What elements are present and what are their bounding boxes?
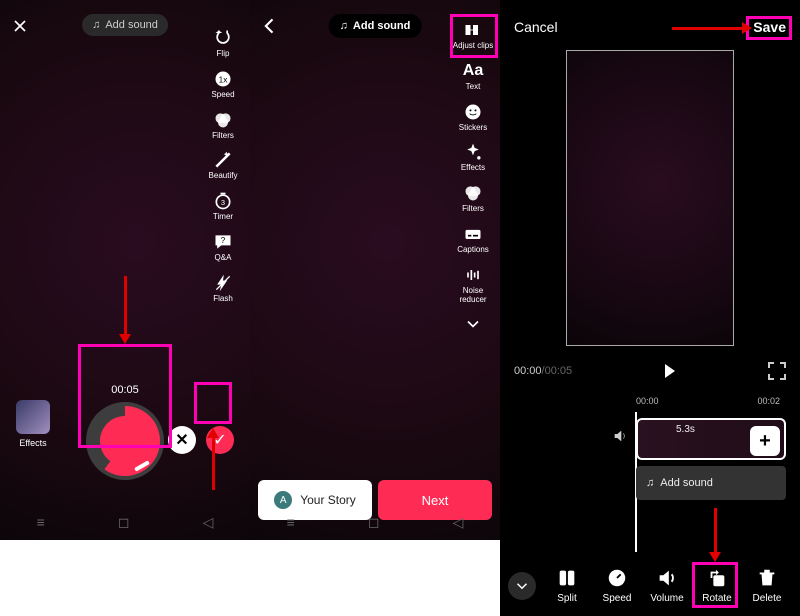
music-note-icon: ♫ [92, 19, 100, 31]
add-sound-label: Add sound [353, 20, 410, 32]
clip-duration: 5.3s [676, 424, 695, 435]
tool-qa[interactable]: ?Q&A [202, 232, 244, 263]
nav-home-icon[interactable]: ◻ [368, 514, 380, 531]
tool-text[interactable]: AaText [452, 61, 494, 92]
tool-adjust-clips[interactable]: Adjust clips [452, 20, 494, 51]
add-sound-button[interactable]: ♫ Add sound [82, 14, 168, 36]
android-navbar: ≡ ◻ ◁ [250, 504, 500, 540]
timeline-tick: 00:02 [757, 396, 780, 406]
nav-back-icon[interactable]: ◁ [203, 514, 214, 531]
speed-icon [592, 567, 642, 589]
effects-label: Effects [19, 438, 46, 448]
tool-timer[interactable]: 3Timer [202, 191, 244, 222]
record-timer: 00:05 [86, 384, 164, 396]
record-screen: ♫ Add sound Flip 1xSpeed Filters Beautif… [0, 0, 250, 540]
effects-icon [463, 142, 483, 162]
play-icon [665, 364, 675, 378]
record-progress-tick [134, 460, 150, 471]
captions-icon [463, 224, 483, 244]
volume-icon [642, 567, 692, 589]
tool-filters[interactable]: Filters [202, 110, 244, 141]
add-sound-label: Add sound [660, 477, 713, 489]
music-note-icon: ♫ [646, 477, 654, 489]
timeline-tick: 00:00 [636, 396, 659, 406]
add-sound-row[interactable]: ♫ Add sound [636, 466, 786, 500]
save-button[interactable]: Save [753, 19, 786, 35]
play-button[interactable] [665, 364, 675, 378]
tool-expand[interactable] [452, 314, 494, 334]
add-sound-button[interactable]: ♫ Add sound [329, 14, 422, 38]
clip-timeline[interactable]: 5.3s + [606, 418, 786, 460]
flip-icon [213, 28, 233, 48]
discard-clip-button[interactable]: ✕ [168, 426, 196, 454]
fullscreen-button[interactable] [768, 362, 786, 380]
nav-recent-icon[interactable]: ≡ [287, 514, 295, 530]
video-preview [566, 50, 734, 346]
tool-beautify[interactable]: Beautify [202, 150, 244, 181]
timer-icon: 3 [213, 191, 233, 211]
add-clip-button[interactable]: + [750, 426, 780, 456]
music-note-icon: ♫ [340, 20, 348, 32]
adjust-clips-icon [463, 20, 483, 40]
chevron-down-icon [463, 314, 483, 334]
record-tool-column: Flip 1xSpeed Filters Beautify 3Timer ?Q&… [202, 28, 244, 304]
qa-icon: ? [213, 232, 233, 252]
chevron-down-icon [513, 577, 531, 595]
edit-tool-column: Adjust clips AaText Stickers Effects Fil… [452, 20, 494, 334]
video-clip[interactable]: 5.3s + [636, 418, 786, 460]
split-icon [542, 567, 592, 589]
effects-button[interactable]: Effects [16, 400, 50, 448]
close-icon[interactable] [10, 16, 30, 36]
tool-noise-reducer[interactable]: Noise reducer [452, 265, 494, 305]
arrow-record [124, 276, 127, 336]
tool-flip[interactable]: Flip [202, 28, 244, 59]
tool-rotate[interactable]: Rotate [692, 567, 742, 604]
speed-icon: 1x [213, 69, 233, 89]
edit-screen: ♫ Add sound Adjust clips AaText Stickers… [250, 0, 500, 540]
tool-delete[interactable]: Delete [742, 567, 792, 604]
highlight-confirm [194, 382, 232, 424]
nav-home-icon[interactable]: ◻ [118, 514, 130, 531]
trash-icon [742, 567, 792, 589]
stickers-icon [463, 102, 483, 122]
record-area: 00:05 [86, 384, 164, 480]
tool-flash[interactable]: Flash [202, 273, 244, 304]
tool-split[interactable]: Split [542, 567, 592, 604]
back-icon[interactable] [260, 16, 280, 36]
flash-icon [213, 273, 233, 293]
svg-text:?: ? [221, 235, 226, 245]
collapse-tools-button[interactable] [508, 572, 536, 600]
beautify-icon [213, 150, 233, 170]
arrow-rotate [714, 508, 717, 554]
nav-back-icon[interactable]: ◁ [453, 514, 464, 531]
plus-icon: + [759, 430, 771, 453]
current-time: 00:00 [514, 365, 542, 377]
tool-volume[interactable]: Volume [642, 567, 692, 604]
filters-icon [463, 183, 483, 203]
cancel-button[interactable]: Cancel [514, 19, 558, 35]
adjust-clips-screen: Cancel Save 00:00/00:05 00:00 00:02 5.3s… [500, 0, 800, 616]
tool-effects[interactable]: Effects [452, 142, 494, 173]
rotate-icon [692, 567, 742, 589]
tool-filters[interactable]: Filters [452, 183, 494, 214]
text-icon: Aa [463, 61, 483, 81]
record-button[interactable] [86, 402, 164, 480]
total-time: 00:05 [545, 365, 573, 377]
svg-text:3: 3 [221, 198, 225, 207]
android-navbar: ≡ ◻ ◁ [0, 504, 250, 540]
svg-text:1x: 1x [219, 74, 229, 84]
effects-thumb-icon [16, 400, 50, 434]
tool-speed[interactable]: 1xSpeed [202, 69, 244, 100]
tool-captions[interactable]: Captions [452, 224, 494, 255]
tool-speed[interactable]: Speed [592, 567, 642, 604]
tool-stickers[interactable]: Stickers [452, 102, 494, 133]
nav-recent-icon[interactable]: ≡ [37, 514, 45, 530]
filters-icon [213, 110, 233, 130]
noise-icon [463, 265, 483, 285]
x-icon: ✕ [175, 430, 188, 450]
add-sound-label: Add sound [105, 19, 158, 31]
